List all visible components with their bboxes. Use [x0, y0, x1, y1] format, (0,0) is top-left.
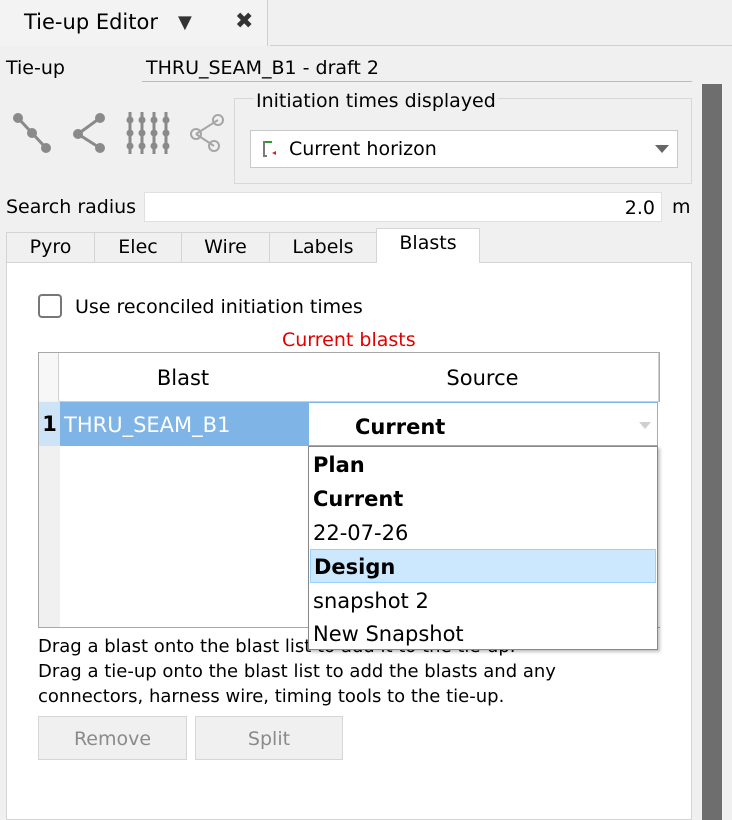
source-value: Current: [355, 415, 446, 439]
tab-labels[interactable]: Labels: [269, 232, 377, 262]
blast-name-cell[interactable]: THRU_SEAM_B1: [60, 402, 308, 446]
initiation-times-title: Initiation times displayed: [254, 90, 498, 112]
tie-up-name-value: THRU_SEAM_B1 - draft 2: [146, 57, 379, 79]
source-options-list: Plan Current 22-07-26 Design snapshot 2 …: [308, 446, 658, 650]
chevron-down-icon: [639, 422, 651, 429]
table-corner: [39, 353, 59, 401]
search-radius-unit: m: [672, 196, 691, 218]
tab-elec[interactable]: Elec: [94, 232, 182, 262]
column-header-blast[interactable]: Blast: [59, 353, 308, 402]
harness-wire-tool-icon[interactable]: [124, 108, 174, 158]
split-button[interactable]: Split: [195, 716, 343, 760]
source-option-current[interactable]: Current: [310, 482, 656, 516]
reconcile-checkbox[interactable]: [38, 294, 62, 318]
tie-up-name-field[interactable]: THRU_SEAM_B1 - draft 2: [142, 54, 692, 82]
row-header[interactable]: 1: [39, 402, 60, 446]
current-blasts-title: Current blasts: [282, 329, 416, 351]
initiation-times-dropdown[interactable]: Current horizon: [250, 130, 678, 168]
column-header-source[interactable]: Source: [307, 353, 659, 402]
vertical-scrollbar[interactable]: [702, 84, 722, 820]
close-icon[interactable]: ✖: [235, 9, 253, 34]
source-dropdown[interactable]: Current: [308, 402, 658, 446]
connector-tool-icon[interactable]: [10, 108, 56, 156]
tie-up-editor-tab[interactable]: Tie-up Editor ▼ ✖: [0, 0, 268, 46]
source-option-design[interactable]: Design: [310, 549, 656, 583]
tab-menu-icon[interactable]: ▼: [178, 12, 192, 33]
remove-button[interactable]: Remove: [38, 716, 187, 760]
tab-blasts[interactable]: Blasts: [376, 228, 480, 263]
timing-tool-icon[interactable]: [184, 108, 230, 156]
source-option-new-snapshot[interactable]: New Snapshot: [310, 617, 656, 651]
help-text-line: Drag a tie-up onto the blast list to add…: [38, 661, 556, 682]
search-radius-label: Search radius: [6, 196, 137, 218]
search-radius-value: 2.0: [624, 197, 655, 219]
reconcile-label: Use reconciled initiation times: [75, 296, 363, 318]
source-option-snapshot-2[interactable]: snapshot 2: [310, 584, 656, 618]
tab-pyro[interactable]: Pyro: [6, 232, 95, 262]
search-radius-input[interactable]: 2.0: [144, 192, 662, 222]
source-option-plan[interactable]: Plan: [310, 448, 656, 482]
chevron-down-icon: [655, 145, 669, 153]
tab-title: Tie-up Editor: [24, 10, 158, 34]
help-text-line: connectors, harness wire, timing tools t…: [38, 686, 505, 707]
row-header-column: [39, 446, 60, 627]
horizon-icon: [263, 141, 276, 157]
tool-buttons: [10, 108, 230, 160]
tie-up-label: Tie-up: [6, 57, 65, 79]
tab-wire[interactable]: Wire: [181, 232, 270, 262]
source-option-date[interactable]: 22-07-26: [310, 516, 656, 550]
initiation-times-value: Current horizon: [289, 138, 437, 160]
branch-connector-tool-icon[interactable]: [68, 108, 114, 156]
